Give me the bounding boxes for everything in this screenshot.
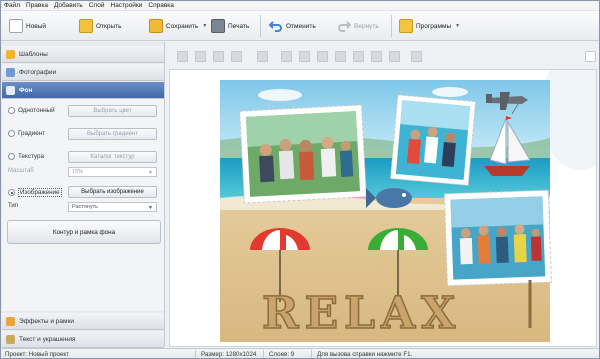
align-center-icon[interactable]	[195, 51, 206, 62]
app-window: Файл Правка Добавить Слой Настройки Спра…	[0, 0, 600, 359]
photo-stamp-3[interactable]	[443, 189, 552, 287]
sidebar-item-background[interactable]: Фон	[2, 82, 164, 99]
photo-stamp-2[interactable]	[389, 94, 477, 186]
print-button[interactable]: Печать	[211, 15, 249, 37]
choose-image-button[interactable]: Выбрать изображение	[68, 186, 157, 198]
status-divider	[195, 350, 196, 358]
relax-sand-text: RELAX	[262, 288, 461, 339]
status-bar: Проект: Новый проект Размер: 1280x1024 С…	[1, 348, 599, 358]
menu-settings[interactable]: Настройки	[111, 2, 143, 9]
status-help: Для вызова справки нажмите F1.	[317, 351, 413, 358]
printer-icon	[211, 19, 225, 33]
redo-arrow-icon	[337, 19, 352, 33]
radio-image[interactable]	[8, 189, 15, 196]
layer-up-icon[interactable]	[281, 51, 292, 62]
delete-icon[interactable]	[371, 51, 382, 62]
undo-button[interactable]: Отменить	[268, 15, 316, 37]
contour-frame-button[interactable]: Контур и рамка фона	[7, 220, 161, 244]
text-decor-icon	[6, 334, 15, 344]
photo-stamp-1[interactable]	[239, 104, 367, 204]
chevron-down-icon[interactable]: ▼	[455, 23, 460, 29]
chevron-down-icon: ▼	[148, 205, 153, 211]
effects-icon	[6, 316, 15, 326]
align-right-icon[interactable]	[213, 51, 224, 62]
layer-down-icon[interactable]	[299, 51, 310, 62]
canvas-area[interactable]: RELAX	[169, 69, 597, 347]
settings-icon[interactable]	[411, 51, 422, 62]
gift-box-icon	[399, 19, 413, 33]
redo-button[interactable]: Вернуть	[337, 15, 379, 37]
status-project: Проект: Новый проект	[5, 351, 69, 358]
photo-icon	[6, 67, 15, 77]
save-button[interactable]: Сохранить ▼	[149, 15, 207, 37]
scale-label: Масштаб	[8, 168, 34, 174]
canvas-toolbar	[167, 46, 599, 68]
status-layers: Слоев: 9	[269, 351, 295, 358]
texture-catalog-button[interactable]: Каталог текстур	[68, 151, 157, 163]
choose-color-button[interactable]: Выбрать цвет	[68, 105, 157, 117]
status-divider	[311, 350, 312, 358]
menu-file[interactable]: Файл	[4, 2, 20, 9]
choose-gradient-button[interactable]: Выбрать градиент	[68, 128, 157, 140]
texture-option[interactable]: Текстура	[8, 153, 44, 160]
align-top-icon[interactable]	[231, 51, 242, 62]
menu-add[interactable]: Добавить	[54, 2, 83, 9]
status-divider	[263, 350, 264, 358]
sidebar-item-templates[interactable]: Шаблоны	[2, 46, 164, 63]
chevron-down-icon[interactable]: ▼	[202, 23, 207, 29]
main-toolbar: Новый Открыть Сохранить ▼ Печать Отменит…	[1, 11, 599, 41]
new-button[interactable]: Новый	[9, 15, 46, 37]
toolbar-divider	[391, 15, 392, 37]
save-folder-icon	[149, 19, 163, 33]
layer-order-icon[interactable]	[257, 51, 268, 62]
background-icon	[6, 85, 15, 95]
status-size: Размер: 1280x1024	[201, 351, 257, 358]
page-icon[interactable]	[585, 51, 596, 62]
properties-icon[interactable]	[389, 51, 400, 62]
type-label: Тип	[8, 203, 19, 209]
open-button[interactable]: Открыть	[79, 15, 122, 37]
new-document-icon	[9, 19, 23, 33]
type-select[interactable]: Растянуть ▼	[68, 202, 157, 212]
background-panel: Однотонный Выбрать цвет Градиент Выбрать…	[2, 99, 164, 311]
align-left-icon[interactable]	[177, 51, 188, 62]
solid-option[interactable]: Однотонный	[8, 107, 55, 114]
menu-help[interactable]: Справка	[148, 2, 174, 9]
rotate-icon[interactable]	[335, 51, 346, 62]
programs-button[interactable]: Программы ▼	[399, 15, 460, 37]
flip-icon[interactable]	[317, 51, 328, 62]
radio-texture[interactable]	[8, 153, 15, 160]
scale-select[interactable]: 15% ▼	[68, 167, 157, 177]
chevron-down-icon: ▼	[148, 170, 153, 176]
crop-icon[interactable]	[353, 51, 364, 62]
menu-edit[interactable]: Правка	[26, 2, 48, 9]
undo-arrow-icon	[268, 19, 283, 33]
sidebar-item-photos[interactable]: Фотографии	[2, 64, 164, 81]
toolbar-divider	[260, 15, 261, 37]
left-sidebar: Шаблоны Фотографии Фон Однотонный Выбрат…	[1, 42, 165, 348]
menu-bar: Файл Правка Добавить Слой Настройки Спра…	[1, 1, 599, 11]
radio-gradient[interactable]	[8, 130, 15, 137]
radio-solid[interactable]	[8, 107, 15, 114]
image-option[interactable]: Изображение	[8, 188, 62, 197]
menu-layer[interactable]: Слой	[89, 2, 105, 9]
sidebar-item-text[interactable]: Текст и украшения	[2, 331, 164, 348]
sidebar-item-effects[interactable]: Эффекты и рамки	[2, 313, 164, 330]
folder-icon	[79, 19, 93, 33]
gradient-option[interactable]: Градиент	[8, 130, 45, 137]
collage-image[interactable]: RELAX	[170, 70, 597, 347]
star-icon	[6, 49, 15, 59]
